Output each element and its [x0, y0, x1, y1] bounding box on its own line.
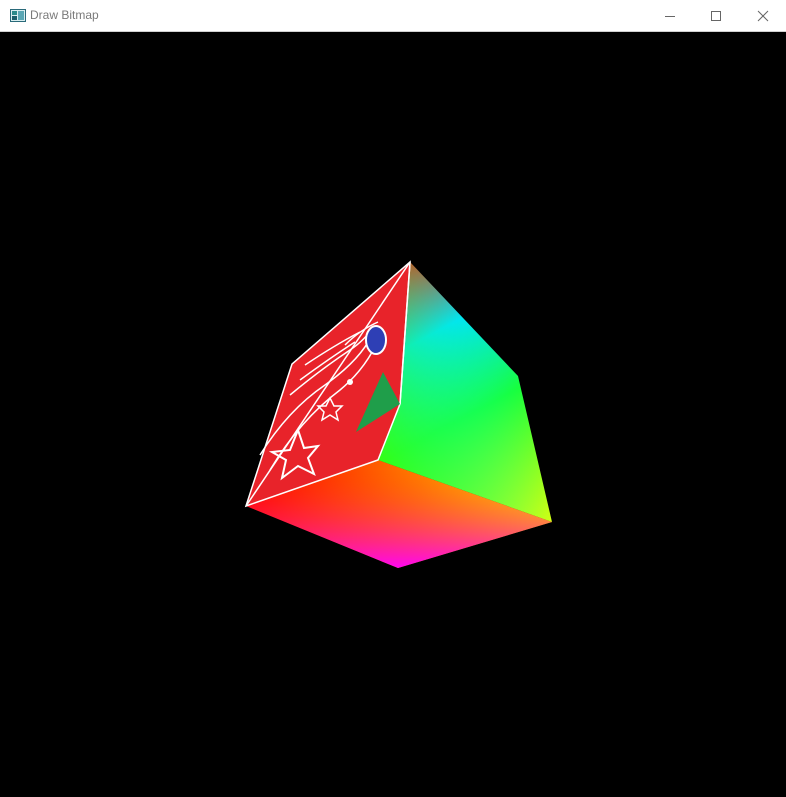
- maximize-icon: [711, 10, 721, 21]
- app-window: Draw Bitmap: [0, 0, 786, 792]
- texture-blue-circle: [365, 325, 387, 355]
- minimize-icon: [665, 15, 675, 17]
- window-title: Draw Bitmap: [30, 8, 99, 22]
- render-canvas[interactable]: [0, 32, 786, 792]
- minimize-button[interactable]: [647, 0, 693, 31]
- title-bar[interactable]: Draw Bitmap: [0, 0, 786, 32]
- maximize-button[interactable]: [693, 0, 739, 31]
- texture-dot: [347, 379, 353, 385]
- close-button[interactable]: [740, 0, 786, 31]
- close-icon: [757, 10, 769, 21]
- app-icon: [10, 9, 26, 22]
- cube-scene: [244, 260, 552, 568]
